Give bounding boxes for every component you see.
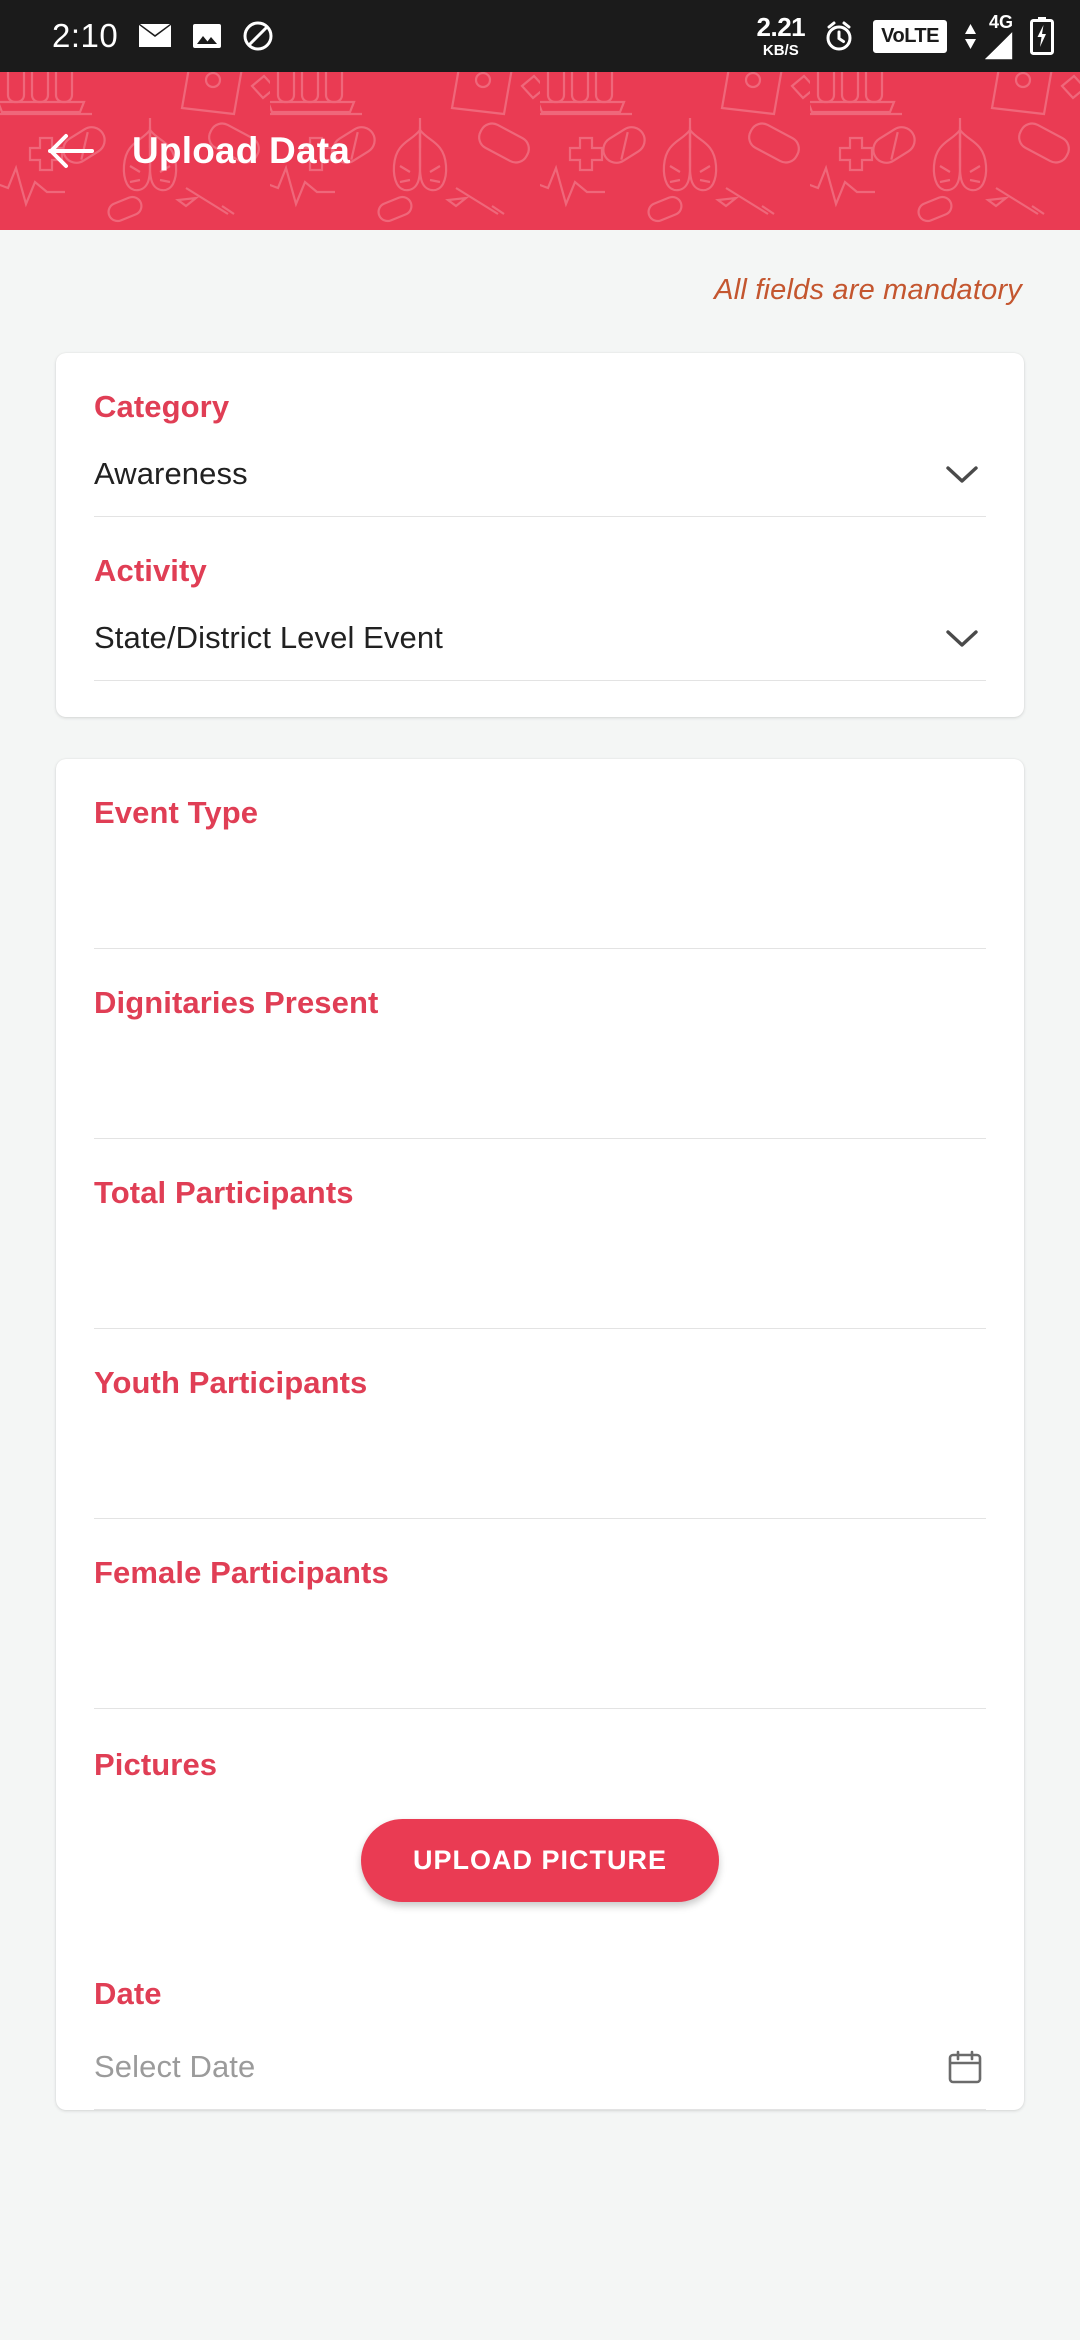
category-selected-value: Awareness <box>94 455 248 491</box>
female-participants-input-row[interactable] <box>94 1605 986 1709</box>
field-category: Category Awareness <box>94 353 986 517</box>
network-speed-indicator: 2.21 KB/S <box>757 14 806 58</box>
field-dignitaries-present: Dignitaries Present <box>94 949 986 1139</box>
date-picker-row[interactable]: Select Date <box>94 2038 986 2110</box>
app-bar: Upload Data <box>0 72 1080 230</box>
field-youth-participants: Youth Participants <box>94 1329 986 1519</box>
image-icon <box>192 21 222 51</box>
field-label-dignitaries-present: Dignitaries Present <box>94 985 379 1020</box>
status-bar: 2:10 2.21 KB/S VoLTE 4G <box>0 0 1080 72</box>
field-pictures: Pictures UPLOAD PICTURE <box>94 1709 986 1944</box>
activity-dropdown[interactable]: State/District Level Event <box>94 609 986 681</box>
field-event-type: Event Type <box>94 759 986 949</box>
upload-picture-button[interactable]: UPLOAD PICTURE <box>360 1819 719 1902</box>
field-activity: Activity State/District Level Event <box>94 517 986 717</box>
field-label-youth-participants: Youth Participants <box>94 1365 368 1400</box>
field-label-activity: Activity <box>94 553 207 588</box>
event-type-input-row[interactable] <box>94 845 986 949</box>
chevron-down-icon[interactable] <box>942 462 986 486</box>
status-bar-clock: 2:10 <box>52 17 119 54</box>
battery-charging-icon <box>1030 17 1054 55</box>
field-label-pictures: Pictures <box>94 1747 218 1782</box>
do-not-disturb-icon <box>242 20 274 52</box>
app-screen: 2:10 2.21 KB/S VoLTE 4G Upload Data All … <box>0 0 1080 2340</box>
network-speed-value: 2.21 <box>756 12 806 42</box>
mandatory-note: All fields are mandatory <box>714 274 1022 306</box>
field-label-date: Date <box>94 1976 162 2011</box>
category-activity-card: Category Awareness Activity State/Distri… <box>56 353 1024 717</box>
category-dropdown[interactable]: Awareness <box>94 445 986 517</box>
total-participants-input-row[interactable] <box>94 1225 986 1329</box>
event-details-card: Event Type Dignitaries Present Total Par… <box>56 759 1024 2110</box>
page-title: Upload Data <box>132 130 351 171</box>
activity-selected-value: State/District Level Event <box>94 619 443 655</box>
status-bar-left: 2:10 <box>52 17 274 55</box>
field-label-female-participants: Female Participants <box>94 1555 389 1590</box>
email-icon <box>138 23 172 49</box>
youth-participants-input-row[interactable] <box>94 1415 986 1519</box>
volte-indicator: VoLTE <box>873 19 947 53</box>
data-transfer-arrows-icon <box>964 23 977 49</box>
alarm-icon <box>822 19 856 53</box>
date-input[interactable]: Select Date <box>94 2049 948 2085</box>
field-label-category: Category <box>94 389 230 424</box>
status-bar-right: 2.21 KB/S VoLTE 4G <box>757 13 1054 60</box>
chevron-down-icon[interactable] <box>942 626 986 650</box>
app-bar-content: Upload Data <box>40 120 350 182</box>
dignitaries-present-input-row[interactable] <box>94 1035 986 1139</box>
calendar-icon[interactable] <box>948 2050 986 2084</box>
back-button[interactable] <box>40 120 102 182</box>
field-date: Date Select Date <box>94 1944 986 2110</box>
form-content: All fields are mandatory Category Awaren… <box>0 230 1080 2340</box>
network-type-label: 4G <box>988 11 1013 32</box>
field-total-participants: Total Participants <box>94 1139 986 1329</box>
field-female-participants: Female Participants <box>94 1519 986 1709</box>
upload-picture-row: UPLOAD PICTURE <box>94 1819 986 1936</box>
arrow-left-icon <box>48 134 94 168</box>
signal-bars-icon: 4G <box>964 13 1013 60</box>
field-label-event-type: Event Type <box>94 795 259 830</box>
network-speed-unit: KB/S <box>762 42 799 59</box>
field-label-total-participants: Total Participants <box>94 1175 354 1210</box>
